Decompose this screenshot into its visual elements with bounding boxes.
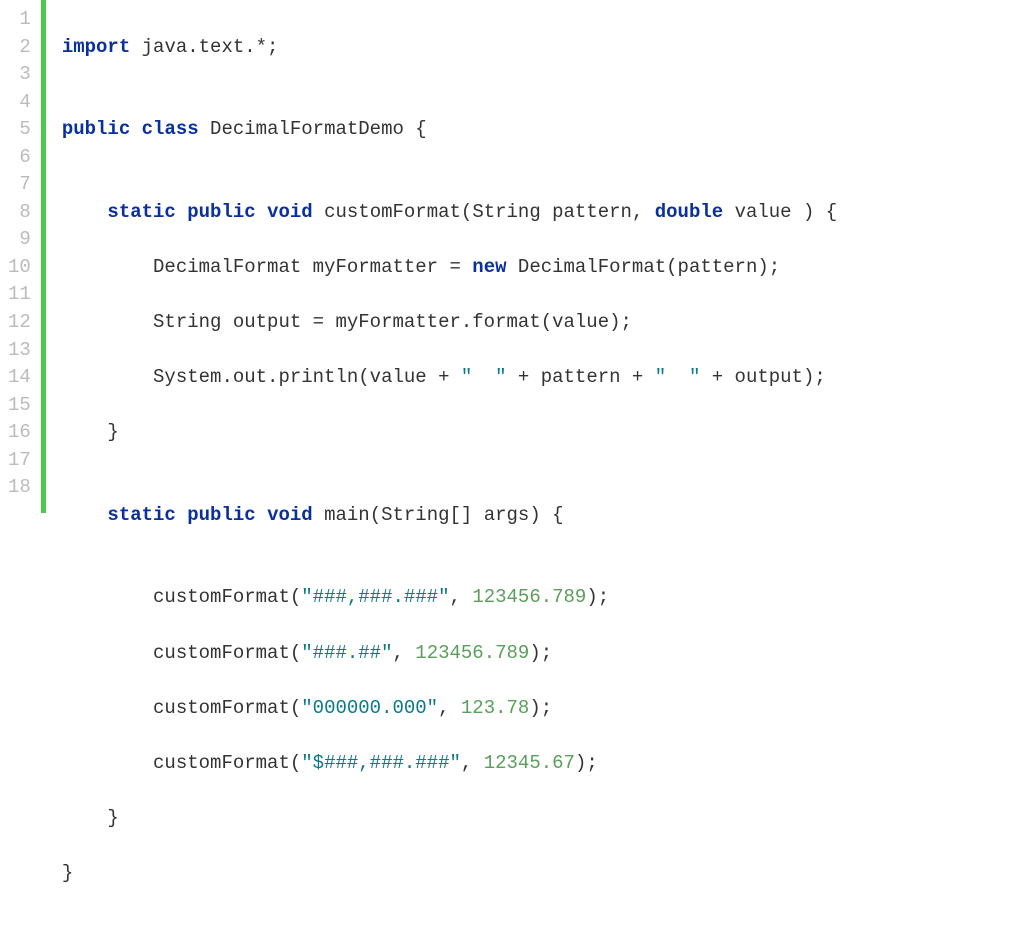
code-text: DecimalFormatDemo { [199, 118, 427, 140]
code-text [62, 366, 153, 388]
code-text: , [450, 586, 473, 608]
keyword: public [187, 201, 255, 223]
code-editor: 1 2 3 4 5 6 7 8 9 10 11 12 13 14 15 16 1… [0, 0, 1024, 513]
code-text [62, 642, 153, 664]
line-number: 11 [8, 281, 31, 309]
code-text: , [461, 752, 484, 774]
number-literal: 123456.789 [472, 586, 586, 608]
code-text: java.text.*; [130, 36, 278, 58]
code-text [176, 201, 187, 223]
code-text: customFormat(String pattern, [313, 201, 655, 223]
line-number: 7 [8, 171, 31, 199]
line-number: 15 [8, 392, 31, 420]
code-text [62, 504, 108, 526]
number-literal: 123.78 [461, 697, 529, 719]
keyword: import [62, 36, 130, 58]
line-number: 8 [8, 199, 31, 227]
code-text: customFormat( [153, 697, 301, 719]
code-line: } [62, 419, 837, 447]
code-line: customFormat("000000.000", 123.78); [62, 695, 837, 723]
keyword: class [142, 118, 199, 140]
code-text [130, 118, 141, 140]
line-number: 13 [8, 337, 31, 365]
code-text: ); [529, 697, 552, 719]
code-text: , [392, 642, 415, 664]
code-text: customFormat( [153, 752, 301, 774]
code-line: import java.text.*; [62, 34, 837, 62]
code-line: DecimalFormat myFormatter = new DecimalF… [62, 254, 837, 282]
keyword: double [655, 201, 723, 223]
line-number: 16 [8, 419, 31, 447]
line-number: 6 [8, 144, 31, 172]
line-number: 1 [8, 6, 31, 34]
code-text [62, 201, 108, 223]
string-literal: "###.##" [301, 642, 392, 664]
line-number: 3 [8, 61, 31, 89]
line-number: 17 [8, 447, 31, 475]
code-line: } [62, 860, 837, 888]
code-text [256, 201, 267, 223]
keyword: static [107, 504, 175, 526]
string-literal: " " [655, 366, 701, 388]
line-number: 18 [8, 474, 31, 502]
code-text: DecimalFormat(pattern); [507, 256, 781, 278]
line-number: 5 [8, 116, 31, 144]
line-number: 14 [8, 364, 31, 392]
code-text: customFormat( [153, 642, 301, 664]
string-literal: "000000.000" [301, 697, 438, 719]
number-literal: 12345.67 [484, 752, 575, 774]
code-content: import java.text.*; public class Decimal… [62, 0, 837, 513]
code-text: value ) { [723, 201, 837, 223]
code-line: String output = myFormatter.format(value… [62, 309, 837, 337]
code-text [62, 586, 153, 608]
line-number-gutter: 1 2 3 4 5 6 7 8 9 10 11 12 13 14 15 16 1… [0, 0, 41, 513]
code-line: static public void main(String[] args) { [62, 502, 837, 530]
code-text [62, 256, 153, 278]
keyword: static [107, 201, 175, 223]
code-text: customFormat( [153, 586, 301, 608]
code-text: ); [575, 752, 598, 774]
change-indicator-bar [41, 0, 46, 513]
keyword: void [267, 201, 313, 223]
code-text: DecimalFormat myFormatter = [153, 256, 472, 278]
code-line: public class DecimalFormatDemo { [62, 116, 837, 144]
code-line: customFormat("###.##", 123456.789); [62, 640, 837, 668]
number-literal: 123456.789 [415, 642, 529, 664]
code-line: customFormat("$###,###.###", 12345.67); [62, 750, 837, 778]
code-text: + pattern + [507, 366, 655, 388]
keyword: new [472, 256, 506, 278]
code-text [176, 504, 187, 526]
code-line: System.out.println(value + " " + pattern… [62, 364, 837, 392]
code-line: static public void customFormat(String p… [62, 199, 837, 227]
code-text: ); [586, 586, 609, 608]
code-text: System.out.println(value + [153, 366, 461, 388]
code-text [62, 752, 153, 774]
keyword: public [187, 504, 255, 526]
code-line: customFormat("###,###.###", 123456.789); [62, 584, 837, 612]
code-text [256, 504, 267, 526]
string-literal: "$###,###.###" [301, 752, 461, 774]
line-number: 10 [8, 254, 31, 282]
code-text [62, 697, 153, 719]
line-number: 9 [8, 226, 31, 254]
keyword: public [62, 118, 130, 140]
code-text: main(String[] args) { [313, 504, 564, 526]
code-text: + output); [700, 366, 825, 388]
line-number: 12 [8, 309, 31, 337]
code-line: } [62, 805, 837, 833]
keyword: void [267, 504, 313, 526]
string-literal: " " [461, 366, 507, 388]
line-number: 4 [8, 89, 31, 117]
code-text: ); [529, 642, 552, 664]
string-literal: "###,###.###" [301, 586, 449, 608]
line-number: 2 [8, 34, 31, 62]
code-text: , [438, 697, 461, 719]
